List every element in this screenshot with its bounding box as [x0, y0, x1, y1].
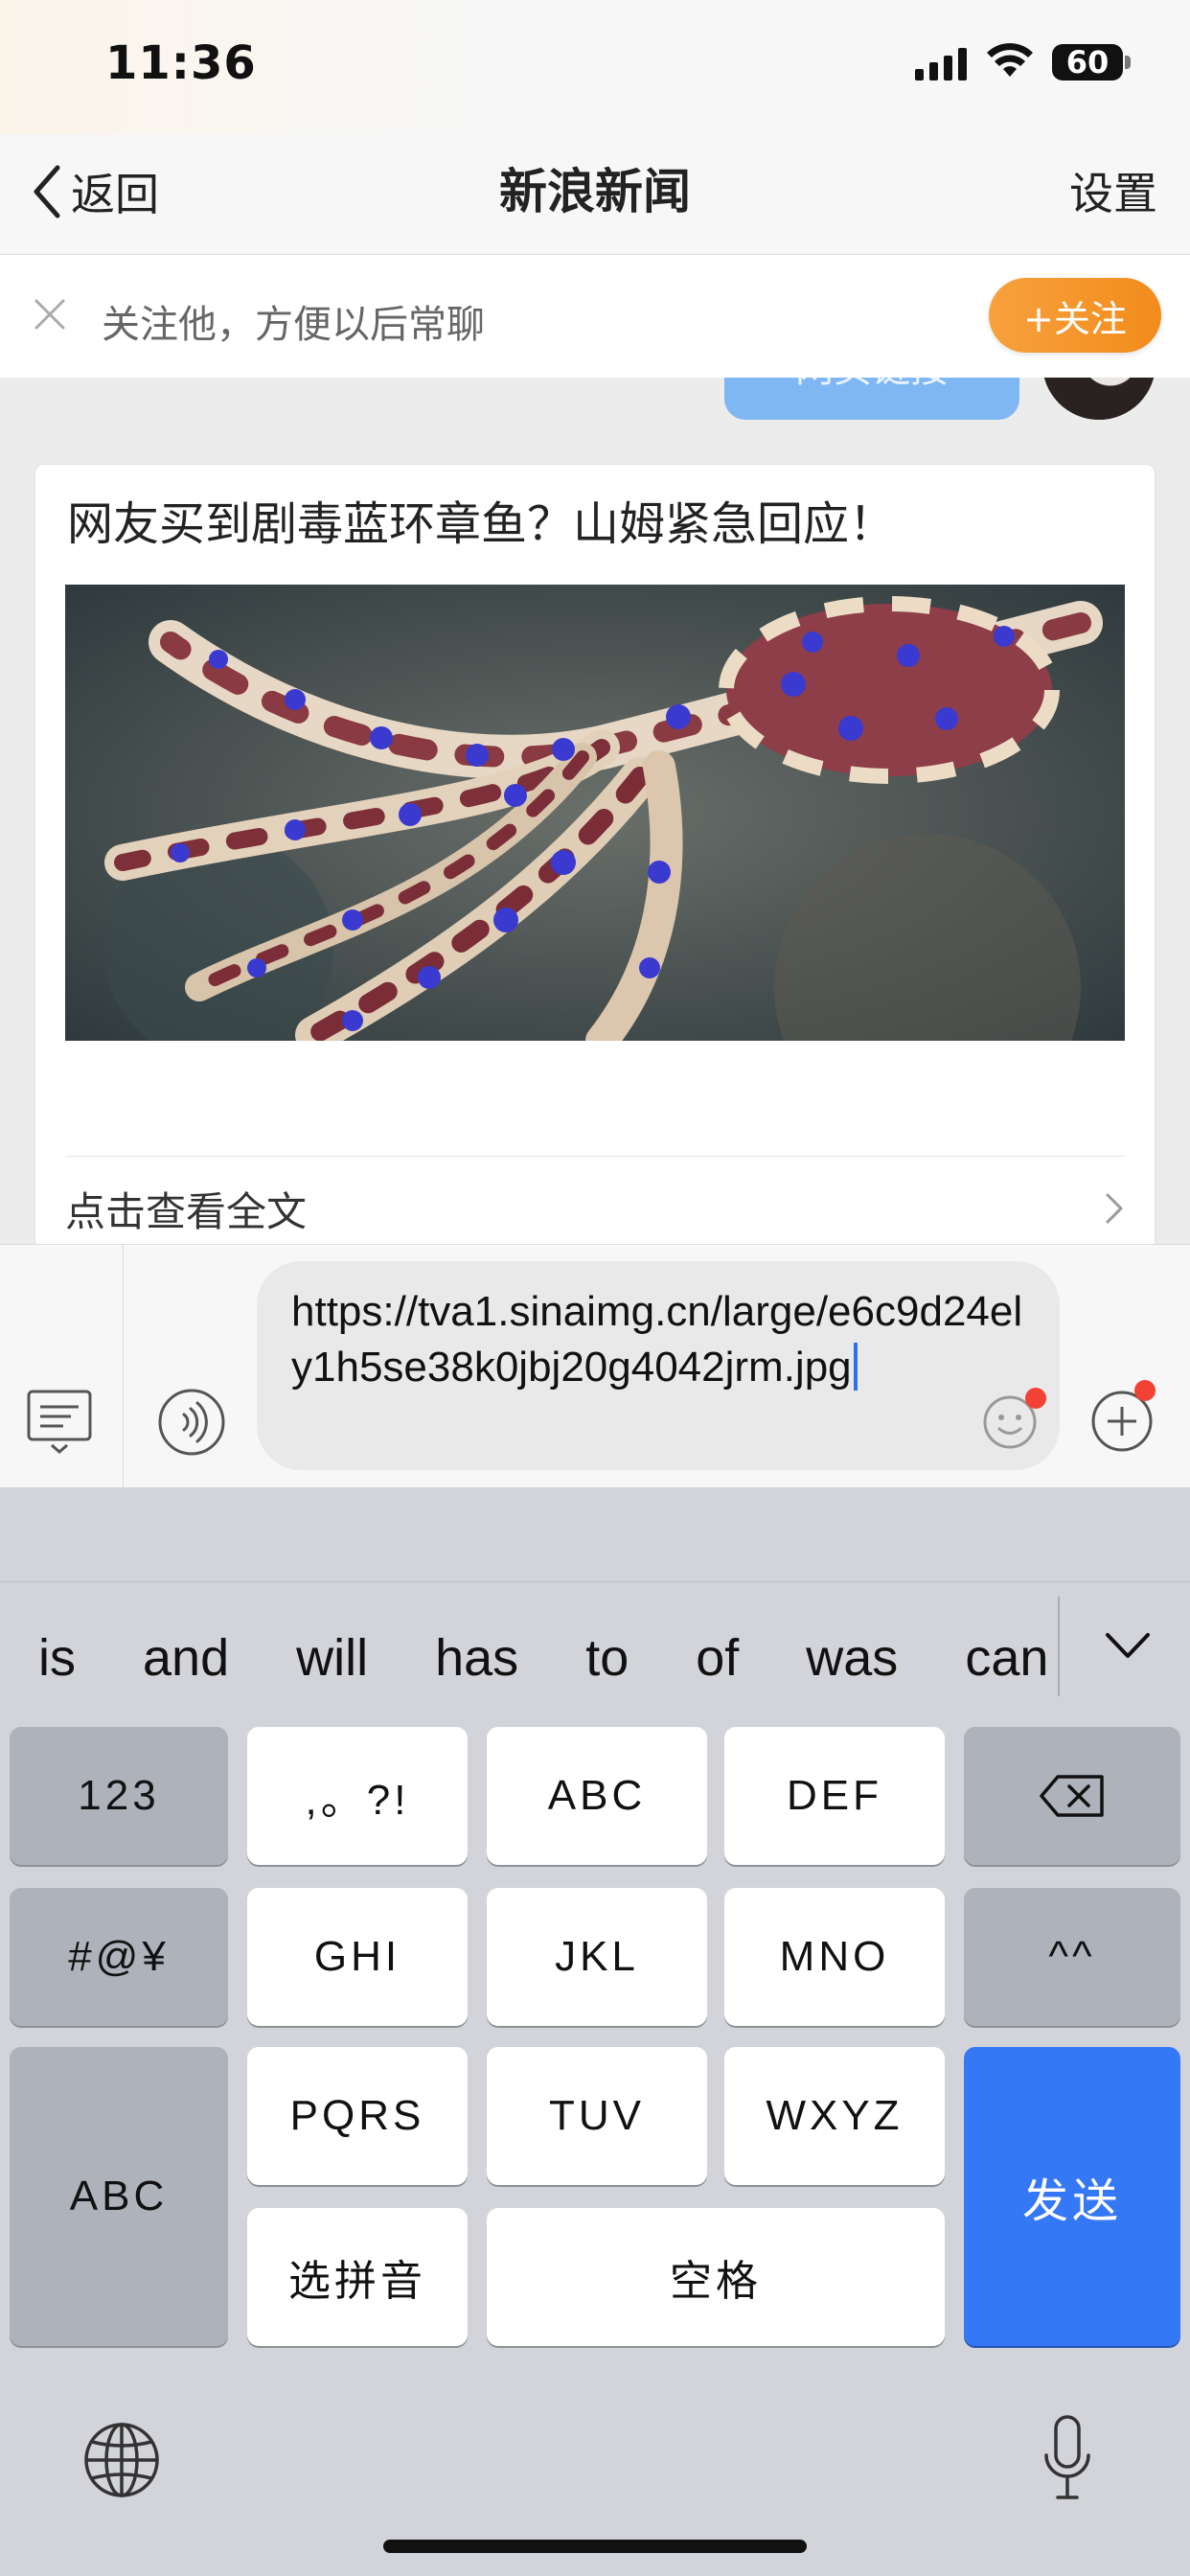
key-symbols[interactable]: #@¥ [10, 1888, 228, 2026]
follow-button[interactable]: +关注 [989, 278, 1161, 353]
status-time: 11:36 [105, 36, 257, 90]
battery-cap [1125, 56, 1131, 69]
key-wxyz[interactable]: WXYZ [724, 2047, 945, 2185]
key-punctuation[interactable]: ,。?! [247, 1727, 468, 1865]
voice-input-icon[interactable] [157, 1388, 226, 1457]
microphone-icon[interactable] [1041, 2413, 1094, 2505]
cellular-signal-icon [915, 48, 967, 80]
suggestion-word[interactable]: is [38, 1628, 76, 1688]
emoji-badge-dot [1025, 1388, 1046, 1409]
read-full-article-link[interactable]: 点击查看全文 [65, 1173, 1125, 1244]
page-title: 新浪新闻 [499, 164, 691, 219]
suggestion-word[interactable]: to [585, 1628, 629, 1688]
battery-icon: 60 [1052, 44, 1123, 80]
key-jkl[interactable]: JKL [487, 1888, 707, 2026]
key-emoticon[interactable]: ^^ [964, 1888, 1180, 2026]
globe-icon[interactable] [82, 2421, 161, 2499]
backspace-key[interactable] [964, 1727, 1180, 1865]
key-tuv[interactable]: TUV [487, 2047, 707, 2185]
message-input-value: https://tva1.sinaimg.cn/large/e6c9d24ely… [291, 1288, 1023, 1391]
key-abc[interactable]: ABC [487, 1727, 707, 1865]
key-def[interactable]: DEF [724, 1727, 945, 1865]
keyboard-top-gap [0, 1487, 1190, 1581]
send-button[interactable]: 发送 [964, 2047, 1180, 2346]
battery-level: 60 [1065, 44, 1110, 80]
article-image[interactable] [65, 585, 1125, 1041]
suggestion-word[interactable]: was [806, 1628, 898, 1688]
read-more-label: 点击查看全文 [65, 1187, 308, 1235]
suggestion-bar: is and will has to of was can [0, 1610, 1054, 1706]
octopus-photo [65, 585, 1125, 1041]
key-ghi[interactable]: GHI [247, 1888, 468, 2026]
article-title[interactable]: 网友买到剧毒蓝环章鱼？山姆紧急回应！ [67, 491, 895, 558]
chevron-down-icon[interactable] [1102, 1629, 1154, 1662]
home-indicator[interactable] [383, 2540, 807, 2553]
plus-badge-dot [1134, 1380, 1156, 1401]
suggestion-word[interactable]: can [965, 1628, 1048, 1688]
close-icon[interactable] [33, 297, 67, 332]
suggestion-divider [1058, 1597, 1060, 1696]
suggestion-word[interactable]: of [696, 1628, 739, 1688]
chevron-right-icon [1106, 1193, 1123, 1224]
suggestion-word[interactable]: has [435, 1628, 518, 1688]
key-mno[interactable]: MNO [724, 1888, 945, 2026]
key-pqrs[interactable]: PQRS [247, 2047, 468, 2185]
input-bar-divider [123, 1244, 124, 1487]
wifi-icon [987, 43, 1033, 77]
key-pinyin-select[interactable]: 选拼音 [247, 2208, 468, 2346]
follow-prompt-text: 关注他，方便以后常聊 [102, 303, 485, 347]
space-key[interactable]: 空格 [487, 2208, 945, 2346]
backspace-icon [1040, 1775, 1104, 1817]
menu-toggle-icon[interactable] [25, 1388, 94, 1455]
key-abc-switch[interactable]: ABC [10, 2047, 228, 2346]
text-cursor [853, 1343, 858, 1391]
card-divider [65, 1156, 1125, 1157]
suggestion-word[interactable]: will [296, 1628, 368, 1688]
message-input[interactable]: https://tva1.sinaimg.cn/large/e6c9d24ely… [257, 1261, 1060, 1470]
settings-button[interactable]: 设置 [1069, 165, 1157, 222]
suggestion-word[interactable]: and [143, 1628, 229, 1688]
key-123[interactable]: 123 [10, 1727, 228, 1865]
